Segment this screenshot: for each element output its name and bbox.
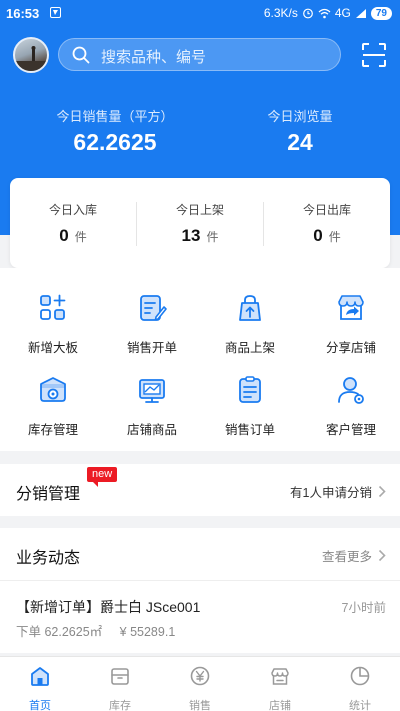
tab-statistics[interactable]: 统计 bbox=[320, 665, 400, 711]
bottom-tab-bar: 首页 库存 销售 店铺 统计 bbox=[0, 656, 400, 711]
inventory-settings-icon bbox=[40, 377, 66, 402]
function-grid: 新增大板 销售开单 商品上架 分享店铺 库存管理 店铺商品 销售订单 客户管理 bbox=[0, 268, 400, 451]
tab-label: 店铺 bbox=[269, 700, 291, 711]
menu-list-product[interactable]: 商品上架 bbox=[200, 292, 300, 362]
home-icon bbox=[31, 667, 49, 686]
menu-label: 新增大板 bbox=[27, 341, 78, 355]
new-badge: new bbox=[87, 467, 118, 487]
menu-label: 商品上架 bbox=[224, 341, 275, 355]
activity-detail: 下单 62.2625㎡ ¥ 55289.1 bbox=[16, 621, 189, 640]
distribution-title: 分销管理 bbox=[16, 486, 81, 503]
stat-stock-in[interactable]: 今日入库 0件 bbox=[10, 178, 136, 268]
search-icon bbox=[72, 46, 90, 64]
stat-value: 13 bbox=[181, 226, 201, 245]
order-list-icon bbox=[239, 376, 261, 403]
menu-label: 销售开单 bbox=[126, 341, 177, 355]
sales-order-edit-icon bbox=[140, 295, 167, 321]
stat-stock-out[interactable]: 今日出库 0件 bbox=[264, 178, 390, 268]
today-views-value: 24 bbox=[287, 129, 313, 155]
today-sales-value: 62.2625 bbox=[73, 129, 157, 155]
search-input[interactable]: 搜索品种、编号 bbox=[58, 38, 341, 71]
stat-label: 今日出库 bbox=[302, 203, 351, 217]
signal-icon bbox=[355, 8, 366, 18]
store-share-icon bbox=[338, 295, 364, 320]
bag-upload-icon bbox=[239, 295, 261, 321]
tab-home[interactable]: 首页 bbox=[0, 665, 80, 711]
tab-label: 库存 bbox=[109, 700, 131, 711]
tab-label: 销售 bbox=[189, 700, 211, 711]
avatar[interactable] bbox=[13, 37, 49, 73]
daily-stats-card: 今日入库 0件 今日上架 13 件 今日出库 0件 bbox=[10, 178, 390, 268]
wifi-icon bbox=[318, 8, 331, 18]
grid-plus-icon bbox=[40, 294, 66, 320]
stat-label: 今日入库 bbox=[48, 203, 97, 217]
tab-inventory[interactable]: 库存 bbox=[80, 665, 160, 711]
divider bbox=[0, 580, 400, 581]
alarm-icon bbox=[302, 8, 313, 19]
menu-label: 店铺商品 bbox=[126, 423, 177, 437]
menu-sales-billing[interactable]: 销售开单 bbox=[102, 292, 202, 362]
customer-settings-icon bbox=[338, 377, 364, 404]
battery-indicator: 79 bbox=[370, 6, 392, 20]
stat-listed[interactable]: 今日上架 13 件 bbox=[137, 178, 263, 268]
yen-icon bbox=[190, 666, 210, 686]
distribution-requests[interactable]: 有1人申请分销 bbox=[290, 482, 386, 501]
stat-label: 今日上架 bbox=[175, 203, 224, 217]
today-sales-label: 今日销售量（平方） bbox=[56, 109, 174, 124]
network-speed: 6.3K/s bbox=[263, 6, 298, 20]
pie-chart-icon bbox=[350, 666, 370, 686]
store-products-icon bbox=[139, 379, 165, 403]
view-more-label: 查看更多 bbox=[321, 550, 372, 564]
menu-sales-orders[interactable]: 销售订单 bbox=[200, 374, 300, 444]
menu-customers[interactable]: 客户管理 bbox=[301, 374, 400, 444]
today-views-label: 今日浏览量 bbox=[267, 109, 333, 124]
tab-store[interactable]: 店铺 bbox=[240, 665, 320, 711]
chevron-right-icon bbox=[378, 549, 386, 562]
search-placeholder: 搜索品种、编号 bbox=[101, 49, 207, 66]
store-icon bbox=[271, 668, 289, 685]
tab-sales[interactable]: 销售 bbox=[160, 665, 240, 711]
menu-store-products[interactable]: 店铺商品 bbox=[102, 374, 202, 444]
menu-label: 分享店铺 bbox=[325, 341, 376, 355]
stat-value: 0 bbox=[313, 226, 323, 245]
activity-quantity: 下单 62.2625㎡ bbox=[16, 625, 103, 639]
status-bar: 16:53 6.3K/s 4G 79 bbox=[0, 0, 400, 26]
signal-type: 4G bbox=[334, 6, 351, 20]
menu-label: 库存管理 bbox=[27, 423, 78, 437]
today-views-stat: 今日浏览量 24 bbox=[215, 106, 385, 156]
menu-label: 客户管理 bbox=[325, 423, 376, 437]
today-sales-stat: 今日销售量（平方） 62.2625 bbox=[30, 106, 200, 156]
inventory-icon bbox=[111, 668, 129, 685]
distribution-section[interactable]: 分销管理 new 有1人申请分销 bbox=[0, 464, 400, 516]
stat-value-row: 13 件 bbox=[137, 226, 263, 246]
stat-unit: 件 bbox=[206, 230, 219, 244]
avatar-photo bbox=[15, 46, 47, 71]
stat-value-row: 0件 bbox=[264, 226, 390, 246]
notification-icon bbox=[50, 7, 61, 18]
menu-new-slab[interactable]: 新增大板 bbox=[3, 292, 103, 362]
status-right: 6.3K/s 4G 79 bbox=[264, 6, 392, 20]
stat-unit: 件 bbox=[74, 230, 87, 244]
status-time: 16:53 bbox=[6, 6, 40, 21]
activity-amount: ¥ 55289.1 bbox=[119, 625, 176, 639]
activity-title: 【新增订单】爵士白 JSce001 bbox=[16, 599, 201, 615]
menu-share-store[interactable]: 分享店铺 bbox=[301, 292, 400, 362]
tab-label: 首页 bbox=[29, 700, 51, 711]
activity-time: 7小时前 bbox=[341, 601, 386, 615]
distribution-request-text: 有1人申请分销 bbox=[290, 486, 372, 500]
menu-label: 销售订单 bbox=[224, 423, 275, 437]
menu-inventory[interactable]: 库存管理 bbox=[3, 374, 103, 444]
business-title: 业务动态 bbox=[16, 550, 81, 567]
chevron-right-icon bbox=[378, 485, 386, 498]
tab-label: 统计 bbox=[349, 700, 371, 711]
scan-icon[interactable] bbox=[361, 42, 387, 68]
business-section: 业务动态 查看更多 【新增订单】爵士白 JSce001 7小时前 下单 62.2… bbox=[0, 528, 400, 653]
stat-value-row: 0件 bbox=[10, 226, 136, 246]
stat-value: 0 bbox=[59, 226, 69, 245]
view-more-link[interactable]: 查看更多 bbox=[322, 546, 386, 565]
stat-unit: 件 bbox=[328, 230, 341, 244]
